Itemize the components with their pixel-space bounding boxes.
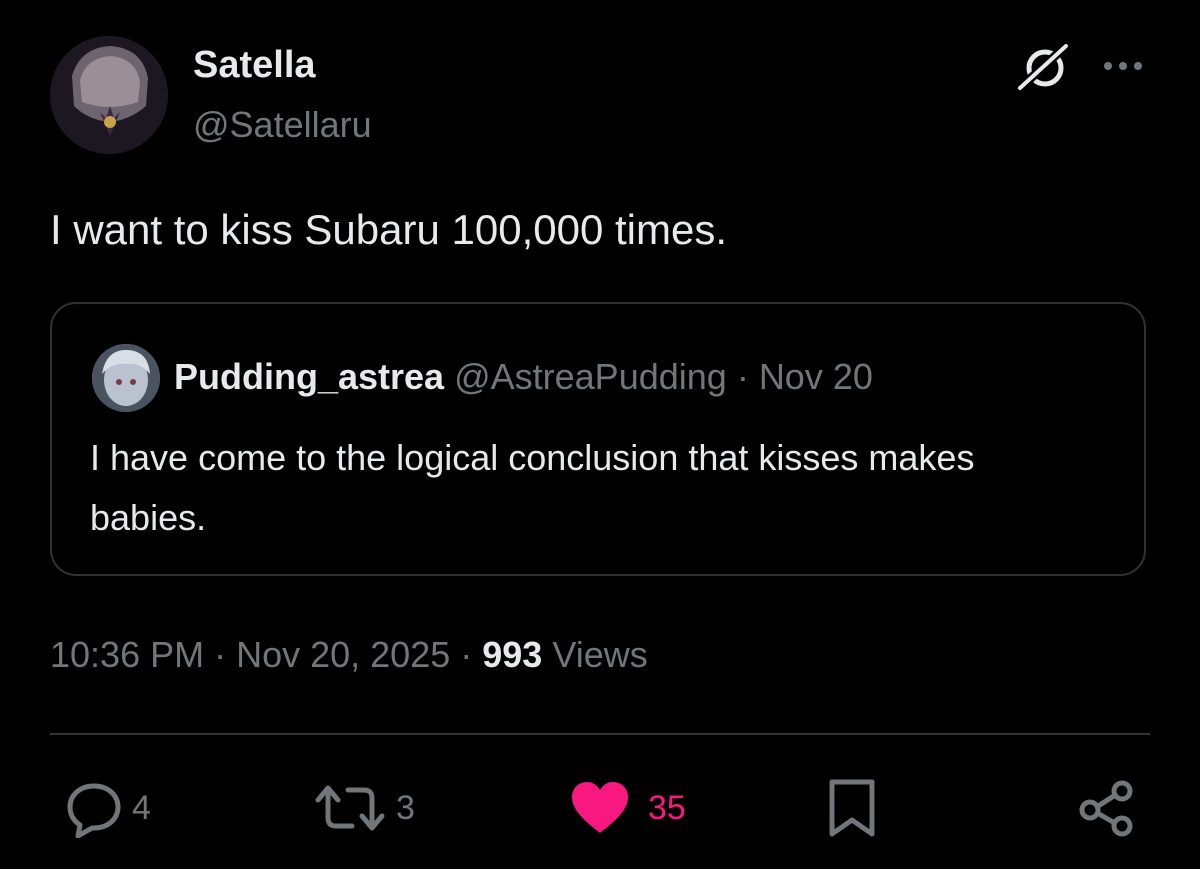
author-avatar-image: [50, 36, 168, 154]
share-icon: [1076, 778, 1136, 838]
quoted-post-header: Pudding_astrea @AstreaPudding · Nov 20: [174, 356, 873, 398]
reply-button[interactable]: 4: [64, 776, 151, 840]
grok-slash-icon[interactable]: [1012, 40, 1076, 96]
reply-count: 4: [132, 788, 151, 827]
repost-icon: [312, 778, 388, 838]
quoted-author-handle[interactable]: @AstreaPudding: [454, 356, 727, 397]
author-display-name[interactable]: Satella: [193, 44, 316, 87]
post-time[interactable]: 10:36 PM: [50, 634, 204, 675]
quoted-post-text: I have come to the logical conclusion th…: [90, 437, 975, 538]
meta-separator: ·: [450, 634, 483, 675]
more-horizontal-icon[interactable]: [1100, 52, 1146, 80]
post-detail: Satella @Satellaru I want to kiss Subaru…: [0, 0, 1200, 869]
reply-icon: [64, 778, 124, 838]
share-button[interactable]: [1076, 776, 1136, 840]
post-meta: 10:36 PM · Nov 20, 2025 · 993 Views: [50, 634, 648, 676]
meta-separator: ·: [204, 634, 237, 675]
author-handle[interactable]: @Satellaru: [193, 104, 372, 146]
views-count[interactable]: 993: [482, 634, 542, 675]
quoted-author-avatar[interactable]: [92, 344, 160, 412]
like-button[interactable]: 35: [570, 776, 686, 840]
author-avatar[interactable]: [50, 36, 168, 154]
repost-button[interactable]: 3: [312, 776, 415, 840]
quoted-author-avatar-image: [92, 344, 160, 412]
views-label[interactable]: Views: [542, 634, 647, 675]
bookmark-icon: [826, 778, 878, 838]
like-count: 35: [648, 788, 686, 827]
bookmark-button[interactable]: [826, 776, 878, 840]
divider: [50, 733, 1150, 735]
quoted-separator: ·: [726, 356, 759, 397]
quoted-post-card[interactable]: Pudding_astrea @AstreaPudding · Nov 20 I…: [50, 302, 1146, 576]
quoted-author-name[interactable]: Pudding_astrea: [174, 356, 444, 397]
post-text: I want to kiss Subaru 100,000 times.: [50, 206, 728, 253]
repost-count: 3: [396, 788, 415, 827]
like-heart-icon: [570, 781, 630, 835]
quoted-post-date[interactable]: Nov 20: [759, 356, 873, 397]
post-date[interactable]: Nov 20, 2025: [236, 634, 450, 675]
